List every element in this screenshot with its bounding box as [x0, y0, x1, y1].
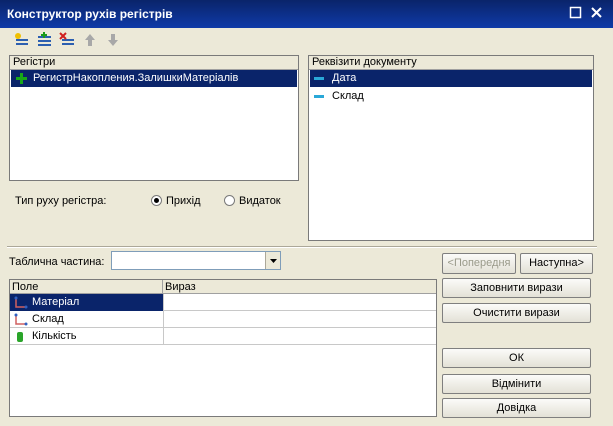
dimension-icon — [14, 313, 28, 326]
move-up-icon — [85, 34, 95, 46]
move-down-icon — [108, 34, 118, 46]
help-button[interactable]: Довідка — [442, 398, 591, 418]
row-field: Матеріал — [32, 296, 80, 308]
row-field: Склад — [32, 313, 64, 325]
row-expression[interactable] — [163, 311, 436, 328]
column-header-expression: Вираз — [165, 281, 196, 293]
delete-register-icon — [59, 32, 74, 45]
x-icon — [591, 7, 602, 18]
row-expression[interactable] — [163, 328, 436, 345]
ok-button[interactable]: ОК — [442, 348, 591, 368]
attribute-item-label: Дата — [332, 72, 357, 84]
table-row[interactable]: Кількість — [10, 328, 163, 345]
attribute-item[interactable]: Склад — [310, 88, 592, 105]
document-attributes-header: Реквізити документу — [309, 56, 593, 70]
move-up-button[interactable] — [81, 31, 99, 49]
row-expression[interactable] — [163, 294, 436, 311]
add-register-list-button[interactable] — [35, 31, 53, 49]
close-button[interactable] — [589, 6, 604, 21]
document-attributes-list[interactable]: Реквізити документу Дата Склад — [308, 55, 594, 241]
movement-type-label: Тип руху регістра: — [15, 195, 107, 207]
clear-expressions-button[interactable]: Очистити вирази — [442, 303, 591, 323]
chevron-down-icon — [270, 259, 277, 263]
radio-income-label: Прихід — [166, 195, 201, 207]
add-register-icon — [15, 33, 28, 45]
attribute-item-label: Склад — [332, 90, 364, 102]
table-row[interactable]: Склад — [10, 311, 163, 328]
radio-income[interactable] — [151, 195, 162, 206]
register-item-label: РегистрНакопления.ЗалишкиМатеріалів — [33, 72, 239, 84]
radio-expense-label: Видаток — [239, 195, 281, 207]
title-bar: Конструктор рухів регістрів — [0, 0, 613, 28]
dimension-icon — [14, 296, 28, 309]
add-register-button[interactable] — [12, 31, 30, 49]
expressions-grid: Поле Вираз Матеріал Склад Кількість — [9, 279, 437, 417]
cancel-button[interactable]: Відмінити — [442, 374, 591, 394]
attribute-icon — [314, 77, 324, 80]
grid-header: Поле Вираз — [10, 280, 436, 294]
table-part-select[interactable] — [111, 251, 281, 270]
table-row[interactable]: Матеріал — [10, 294, 163, 311]
radio-expense[interactable] — [224, 195, 235, 206]
square-icon — [569, 6, 582, 19]
delete-register-button[interactable] — [58, 31, 76, 49]
row-field: Кількість — [32, 330, 77, 342]
table-part-label: Таблична частина: — [9, 256, 105, 268]
registers-header: Регістри — [10, 56, 298, 70]
add-register-list-icon — [38, 32, 51, 46]
move-down-button[interactable] — [104, 31, 122, 49]
fill-expressions-button[interactable]: Заповнити вирази — [442, 278, 591, 298]
registers-list[interactable]: Регістри РегистрНакопления.ЗалишкиМатері… — [9, 55, 299, 181]
resource-icon — [17, 332, 23, 342]
plus-icon — [16, 73, 27, 84]
column-header-field: Поле — [12, 281, 39, 293]
dropdown-button[interactable] — [265, 252, 280, 269]
next-button[interactable]: Наступна> — [520, 253, 593, 274]
separator — [7, 246, 597, 248]
attribute-icon — [314, 95, 324, 98]
maximize-button[interactable] — [568, 6, 583, 21]
previous-button[interactable]: <Попередня — [442, 253, 516, 274]
window-title: Конструктор рухів регістрів — [7, 7, 173, 21]
attribute-item[interactable]: Дата — [310, 70, 592, 87]
register-item[interactable]: РегистрНакопления.ЗалишкиМатеріалів — [11, 70, 297, 87]
